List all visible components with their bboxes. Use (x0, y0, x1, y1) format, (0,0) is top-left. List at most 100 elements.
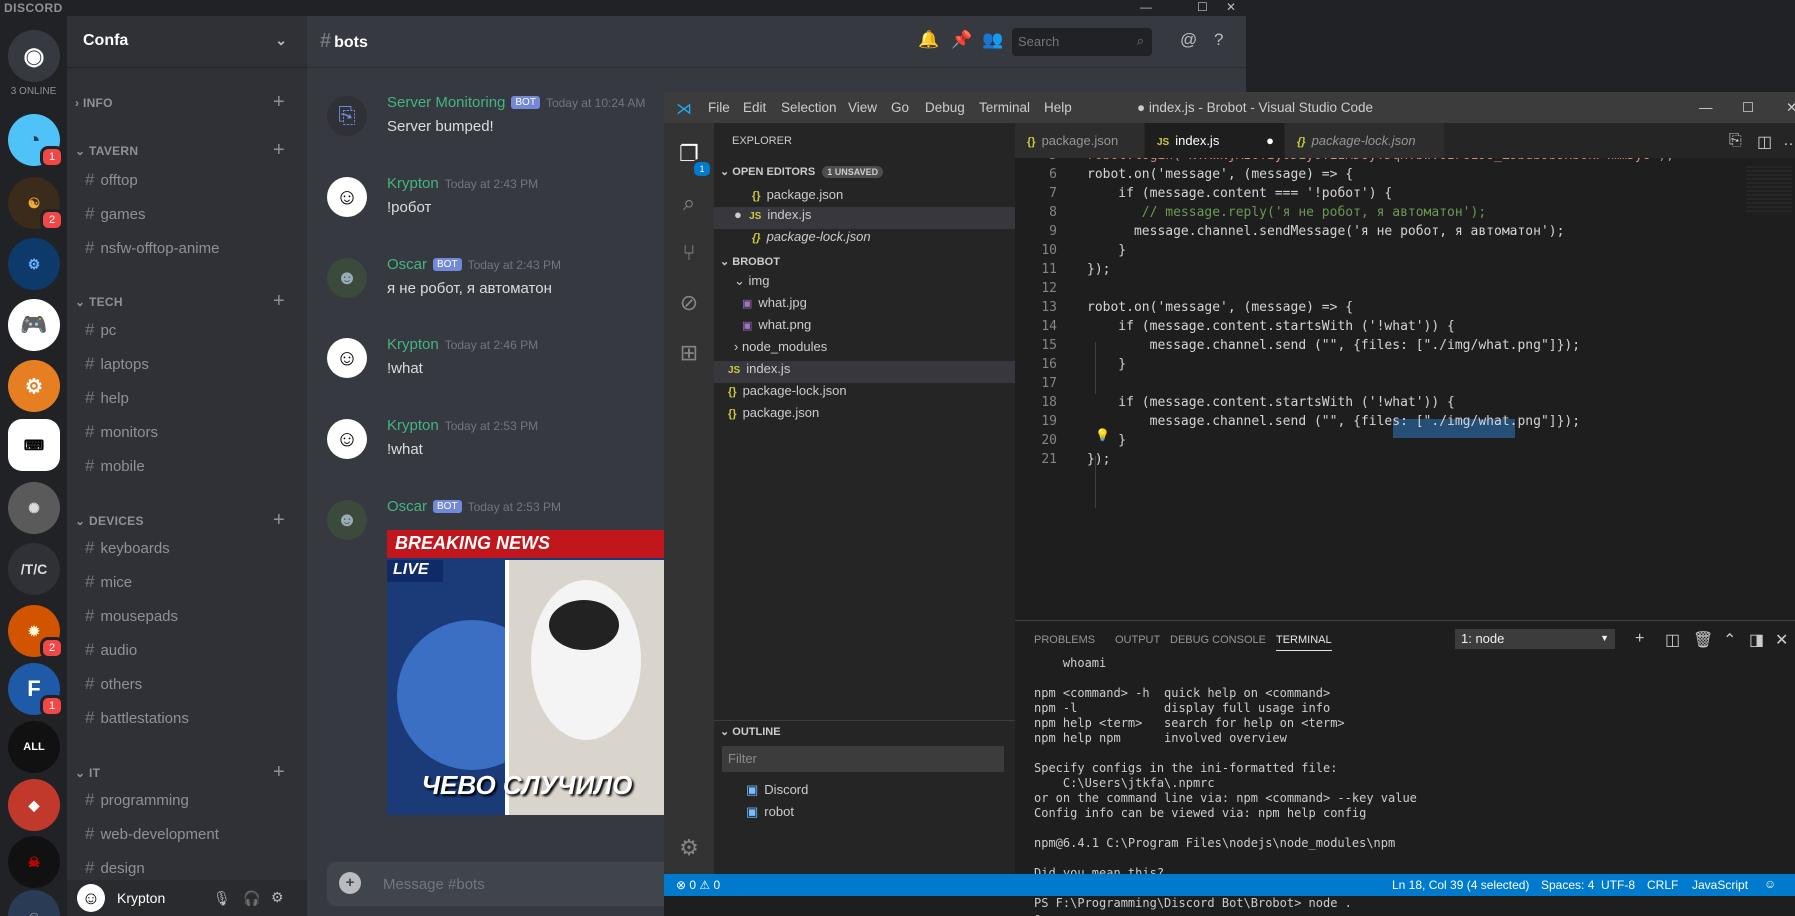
server-steam[interactable]: ⚙ (8, 360, 60, 412)
code-line[interactable]: 13 robot.on('message', (message) => { (1015, 300, 1353, 319)
split-editor-icon[interactable]: ◫ (1757, 132, 1772, 152)
attachment-image[interactable]: BREAKING NEWS LIVE ЧЕВО СЛУЧИЛО (387, 530, 667, 815)
avatar[interactable]: ☺ (327, 338, 367, 378)
tab-package-lock-json[interactable]: {} package-lock.json (1285, 123, 1445, 158)
outline-filter-input[interactable]: Filter (722, 746, 1004, 772)
tab-package-json[interactable]: {} package.json (1015, 123, 1145, 158)
server-icon[interactable]: ✺ (8, 482, 60, 534)
file-item[interactable]: JS index.js (714, 361, 1015, 383)
avatar[interactable]: ☺ (327, 419, 367, 459)
help-icon[interactable]: ? (1214, 30, 1223, 50)
gear-icon[interactable]: ⚙ (271, 889, 284, 906)
channel-item[interactable]: # laptops (85, 354, 149, 374)
avatar[interactable]: ☻ (327, 500, 367, 540)
encoding[interactable]: UTF-8 (1601, 878, 1635, 892)
maximize-panel-icon[interactable]: ⌃ (1723, 630, 1736, 650)
minimize-icon[interactable]: — (1140, 0, 1152, 14)
upload-icon[interactable]: + (339, 872, 361, 894)
more-actions-icon[interactable]: … (1783, 132, 1795, 150)
code-line[interactable]: 10 } (1015, 243, 1126, 262)
server-icon[interactable]: F1 (8, 663, 64, 717)
add-channel-icon[interactable]: + (273, 290, 285, 313)
tab-debug-console[interactable]: DEBUG CONSOLE (1170, 634, 1266, 646)
minimize-icon[interactable]: — (1699, 100, 1713, 115)
open-editor-item[interactable]: ● JS index.js (714, 207, 1015, 229)
close-icon[interactable]: ✕ (1226, 0, 1236, 14)
category-devices[interactable]: ⌄ DEVICES + (75, 509, 299, 531)
channel-item[interactable]: # battlestations (85, 708, 189, 728)
channel-item[interactable]: # web-development (85, 824, 219, 844)
file-item[interactable]: {} package-lock.json (728, 383, 847, 405)
menu-help[interactable]: Help (1044, 100, 1072, 115)
channel-item[interactable]: # mousepads (85, 606, 178, 626)
cursor-position[interactable]: Ln 18, Col 39 (4 selected) (1392, 878, 1529, 892)
pin-icon[interactable]: 📌 (951, 30, 972, 50)
split-terminal-icon[interactable]: ◫ (1665, 630, 1680, 650)
headphones-icon[interactable]: 🎧 (243, 890, 260, 907)
chevron-down-icon[interactable]: ⌄ (275, 32, 287, 49)
server-icon[interactable]: 🎮 (8, 299, 60, 351)
maximize-icon[interactable]: ☐ (1742, 100, 1754, 116)
code-line[interactable]: 16 } (1015, 357, 1126, 376)
open-changes-icon[interactable]: ⎘ (1729, 132, 1742, 150)
language-mode[interactable]: JavaScript (1692, 878, 1748, 892)
maximize-icon[interactable]: ☐ (1197, 0, 1208, 14)
members-icon[interactable]: 👥 (982, 30, 1003, 50)
project-header[interactable]: ⌄ BROBOT (714, 251, 1015, 273)
code-line[interactable]: 14 if (message.content.startsWith ('!wha… (1015, 319, 1455, 338)
add-channel-icon[interactable]: + (273, 761, 285, 784)
channel-item[interactable]: # offtop (85, 170, 138, 190)
menu-go[interactable]: Go (891, 100, 909, 115)
server-icon[interactable]: ☠ (8, 836, 60, 888)
channel-item[interactable]: # pc (85, 320, 116, 340)
server-icon[interactable]: ALL (8, 721, 60, 773)
folder-img[interactable]: ⌄ img (734, 273, 769, 295)
trash-icon[interactable]: 🗑 (1693, 630, 1713, 650)
code-line[interactable]: 11}); (1015, 262, 1110, 281)
avatar[interactable]: ☻ (327, 258, 367, 298)
add-channel-icon[interactable]: + (273, 91, 285, 114)
avatar[interactable]: ☺ (77, 884, 105, 912)
minimap[interactable] (1746, 166, 1792, 212)
open-editor-item[interactable]: {} package.json (752, 187, 843, 209)
toggle-panel-icon[interactable]: ◨ (1749, 630, 1764, 650)
debug-icon[interactable]: ⊘ (674, 288, 704, 318)
line-ending[interactable]: CRLF (1647, 878, 1678, 892)
file-item[interactable]: {} package.json (728, 405, 819, 427)
menu-debug[interactable]: Debug (925, 100, 965, 115)
search-input[interactable]: Search ⌕ (1012, 28, 1152, 56)
category-info[interactable]: › INFO + (75, 91, 299, 113)
channel-item[interactable]: # keyboards (85, 538, 170, 558)
bell-icon[interactable]: 🔔 (918, 30, 939, 50)
channel-item[interactable]: # design (85, 858, 145, 878)
channel-item[interactable]: # monitors (85, 422, 158, 442)
channel-item[interactable]: # programming (85, 790, 189, 810)
code-line[interactable]: 9 message.channel.sendMessage('я не робо… (1015, 224, 1564, 243)
server-icon[interactable]: ☺ (8, 890, 60, 916)
add-channel-icon[interactable]: + (273, 509, 285, 532)
code-line[interactable]: 18 if (message.content.startsWith ('!wha… (1015, 395, 1455, 414)
file-item[interactable]: ▣ what.jpg (742, 295, 807, 317)
code-area[interactable]: 💡 5robot.login('NTAwNjAzOTIyODEyOTEzMDUy… (1015, 158, 1795, 618)
microphone-icon[interactable]: 🎙 (213, 890, 231, 907)
close-icon[interactable]: ✕ (1786, 100, 1795, 116)
gear-icon[interactable]: ⚙ (674, 833, 704, 863)
problems-status[interactable]: ⊗ 0 ⚠ 0 (676, 878, 720, 892)
avatar[interactable]: ⎘ (327, 96, 367, 136)
menu-terminal[interactable]: Terminal (979, 100, 1030, 115)
code-line[interactable]: 17 (1015, 376, 1087, 395)
open-editor-item[interactable]: {} package-lock.json (752, 229, 871, 251)
menu-file[interactable]: File (708, 100, 730, 115)
category-it[interactable]: ⌄ IT + (75, 761, 299, 783)
outline-item[interactable]: ▣ Discord (746, 782, 808, 804)
code-line[interactable]: 5 robot.login('NTAwNjAzOTIyODEyOTEzMDUy.D… (1015, 158, 1674, 167)
menu-selection[interactable]: Selection (781, 100, 837, 115)
channel-item[interactable]: # help (85, 388, 129, 408)
channel-item[interactable]: # mice (85, 572, 132, 592)
code-line[interactable]: 20 } (1015, 433, 1126, 452)
terminal-select[interactable]: 1: node ▼ (1455, 629, 1615, 649)
server-header[interactable]: Confa ⌄ (67, 16, 307, 68)
home-button[interactable]: ◉ (8, 30, 60, 82)
server-icon[interactable]: ✹ 2 (8, 605, 64, 659)
source-control-icon[interactable]: ⑂ (674, 238, 704, 268)
